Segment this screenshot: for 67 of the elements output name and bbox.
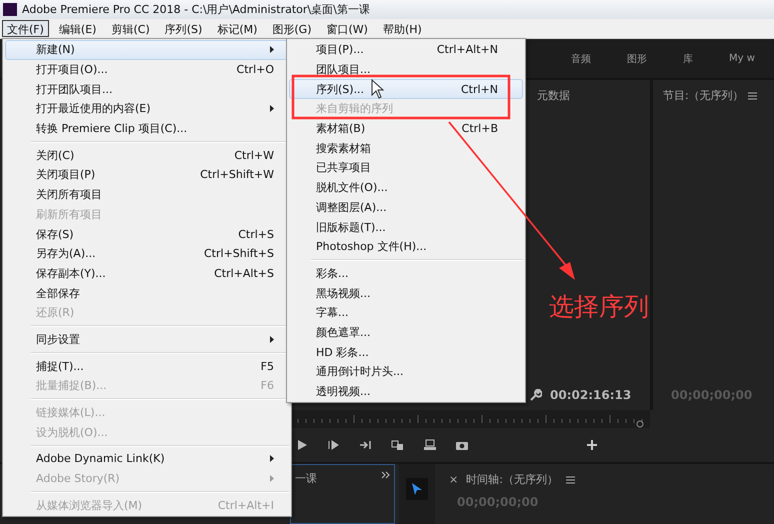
menu-title[interactable]: 标记(M) [212, 20, 262, 37]
menu-title[interactable]: 序列(S) [160, 20, 208, 37]
menu-title[interactable]: 窗口(W) [322, 20, 373, 37]
wrench-icon[interactable] [530, 389, 542, 401]
menu-title[interactable]: 文件(F) [2, 20, 49, 37]
menu-title[interactable]: 剪辑(C) [106, 20, 155, 37]
window-title: Adobe Premiere Pro CC 2018 - C:\用户\Administrator\桌面\第一课 [22, 2, 370, 17]
menu-item[interactable]: 调整图层(A)... [289, 198, 523, 218]
menu-item[interactable]: 打开项目(O)... Ctrl+O [5, 60, 289, 80]
menu-item[interactable]: 另存为(A)... Ctrl+Shift+S [5, 244, 289, 264]
mouse-cursor-icon [372, 78, 384, 99]
menu-item[interactable]: 保存副本(Y)... Ctrl+Alt+S [5, 264, 289, 284]
panel-tab[interactable]: 节目:（无序列） [663, 88, 744, 103]
menu-item[interactable]: 保存(S) Ctrl+S [5, 224, 289, 244]
panel-tab[interactable]: 时间轴:（无序列） [466, 472, 558, 487]
menu-item[interactable]: 旧版标题(T)... [289, 217, 523, 237]
menu-item[interactable]: 打开团队项目... [5, 79, 289, 100]
menu-item[interactable]: 通用倒计时片头... [289, 362, 523, 382]
workspace-tab[interactable]: My w [729, 53, 755, 64]
menu-item[interactable]: 透明视频... [289, 382, 523, 402]
selection-tool-button[interactable] [406, 478, 428, 500]
menu-title[interactable]: 帮助(H) [378, 20, 427, 37]
go-to-out-icon[interactable] [359, 439, 373, 451]
menu-item[interactable]: 同步设置 [5, 330, 289, 350]
chevron-icon[interactable] [381, 471, 390, 479]
menu-item[interactable]: 团队项目... [289, 60, 523, 80]
menu-item[interactable]: 打开最近使用的内容(E) [5, 99, 289, 119]
workspace-tab[interactable]: 库 [683, 52, 693, 66]
menu-title[interactable]: 图形(G) [267, 20, 316, 37]
timecode: 00:02:16:13 [550, 388, 632, 402]
pointer-icon [411, 482, 423, 496]
step-forward-icon[interactable] [327, 439, 341, 451]
menu-item[interactable]: 脱机文件(O)... [289, 178, 523, 198]
menu-item[interactable]: 黑场视频... [289, 283, 523, 303]
menu-item[interactable]: 彩条... [289, 264, 523, 284]
menu-item[interactable]: Adobe Dynamic Link(K) [5, 449, 289, 469]
play-icon[interactable] [295, 439, 309, 451]
menu-item[interactable]: 搜索素材箱 [289, 138, 523, 158]
app-logo-icon [3, 3, 17, 16]
menu-item[interactable]: 素材箱(B) Ctrl+B [289, 118, 523, 138]
menu-item[interactable]: 字幕... [289, 302, 523, 323]
menu-item[interactable]: 关闭项目(P) Ctrl+Shift+W [5, 165, 289, 185]
menu-item[interactable]: 新建(N) [5, 40, 289, 60]
menu-item[interactable]: HD 彩条... [289, 342, 523, 362]
workspace-tab[interactable]: 图形 [627, 52, 647, 66]
menu-icon[interactable] [566, 476, 575, 484]
menu-item[interactable]: 关闭所有项目 [5, 184, 289, 204]
annotation-text: 选择序列 [549, 291, 649, 323]
menu-item[interactable]: 颜色遮罩... [289, 322, 523, 342]
menu-item[interactable]: 项目(P)... Ctrl+Alt+N [289, 40, 523, 60]
menu-item[interactable]: 转换 Premiere Clip 项目(C)... [5, 118, 289, 138]
camera-icon[interactable] [455, 439, 469, 451]
menu-item[interactable]: 已共享项目 [289, 158, 523, 178]
panel-tab[interactable]: 一课 [295, 471, 317, 486]
insert-icon[interactable] [391, 439, 405, 451]
menu-icon[interactable] [748, 92, 757, 100]
menu-item[interactable]: 捕捉(T)... F5 [5, 356, 289, 376]
overwrite-icon[interactable] [423, 439, 437, 451]
menu-item[interactable]: 序列(S)... Ctrl+N [289, 79, 523, 100]
panel-tab[interactable]: 元数据 [537, 88, 570, 103]
menu-title[interactable]: 编辑(E) [54, 20, 102, 37]
menu-item[interactable]: 关闭(C) Ctrl+W [5, 145, 289, 166]
plus-icon[interactable] [587, 440, 597, 450]
workspace-tab[interactable]: 音频 [571, 52, 591, 66]
menu-item[interactable]: Photoshop 文件(H)... [289, 236, 523, 257]
menu-item[interactable]: 全部保存 [5, 283, 289, 303]
close-icon[interactable]: × [449, 473, 458, 486]
